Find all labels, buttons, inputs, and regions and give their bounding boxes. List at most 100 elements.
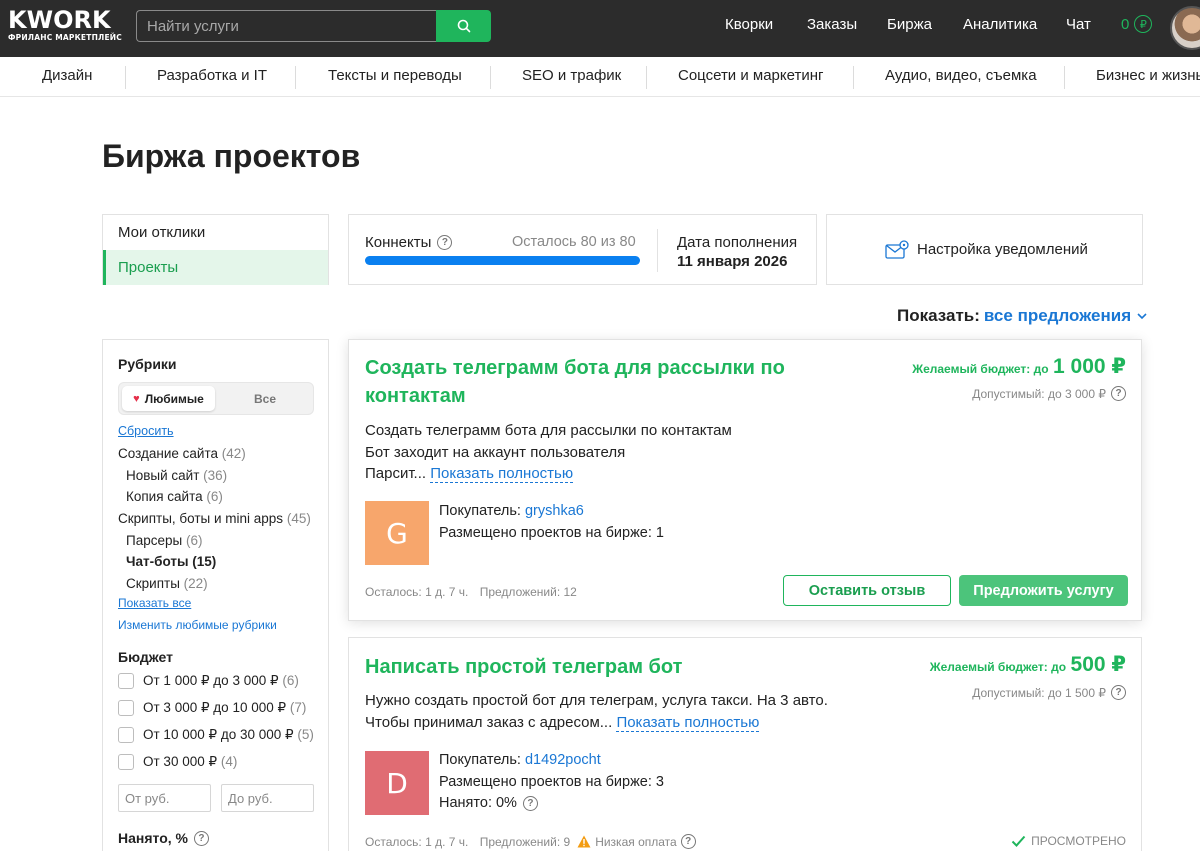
nav-orders[interactable]: Заказы (807, 16, 857, 33)
rubric-item[interactable]: Новый сайт (36) (126, 468, 227, 483)
heart-icon: ♥ (133, 392, 140, 405)
project-title[interactable]: Написать простой телеграм бот (365, 653, 682, 681)
help-icon[interactable]: ? (193, 830, 209, 846)
search-bar (136, 10, 491, 42)
project-description: Создать телеграмм бота для рассылки по к… (365, 422, 732, 483)
category-texts[interactable]: Тексты и переводы (328, 67, 462, 84)
help-icon[interactable]: ? (680, 834, 696, 849)
help-icon[interactable]: ? (1111, 386, 1126, 401)
projects-posted: Размещено проектов на бирже: 1 (439, 524, 664, 541)
rubric-item-active[interactable]: Чат-боты (15) (126, 554, 216, 569)
buyer-link[interactable]: d1492pocht (525, 752, 601, 768)
rubric-item[interactable]: Парсеры (6) (126, 533, 202, 548)
category-business[interactable]: Бизнес и жизнь (1096, 67, 1200, 84)
budget-option[interactable]: От 3 000 ₽ до 10 000 ₽ (7) (143, 700, 306, 716)
budget-checkbox[interactable] (118, 700, 134, 716)
divider (1064, 66, 1065, 89)
budget-from-input[interactable] (118, 784, 211, 812)
nav-kworks[interactable]: Кворки (725, 16, 773, 33)
project-card: Создать телеграмм бота для рассылки по к… (348, 339, 1142, 621)
budget-option[interactable]: От 30 000 ₽ (4) (143, 754, 237, 770)
search-input[interactable] (136, 10, 438, 42)
connects-progress-bar (365, 256, 640, 265)
budget-checkbox[interactable] (118, 727, 134, 743)
rubric-item[interactable]: Скрипты, боты и mini apps (45) (118, 511, 311, 526)
menu-my-responses[interactable]: Мои отклики (103, 215, 328, 250)
notification-settings-label: Настройка уведомлений (917, 241, 1088, 258)
help-icon[interactable]: ? (522, 796, 538, 812)
project-card: Написать простой телеграм бот Желаемый б… (348, 637, 1142, 851)
search-icon (457, 19, 470, 33)
rubric-item[interactable]: Создание сайта (42) (118, 446, 246, 461)
left-menu: Мои отклики Проекты (102, 214, 329, 285)
divider (125, 66, 126, 89)
filters-sidebar: Рубрики ♥ Любимые Все Сбросить Создание … (102, 339, 329, 851)
project-meta: Осталось: 1 д. 7 ч. Предложений: 9 Низка… (365, 834, 696, 849)
show-filter[interactable]: Показать: все предложения (897, 306, 1149, 326)
rubrics-toggle: ♥ Любимые Все (118, 382, 314, 415)
buyer-avatar[interactable]: G (365, 501, 429, 565)
show-more-link[interactable]: Показать полностью (616, 713, 760, 732)
budget-option[interactable]: От 10 000 ₽ до 30 000 ₽ (5) (143, 727, 314, 743)
check-icon (1011, 835, 1026, 847)
project-budget-allowed: Допустимый: до 3 000 ₽ ? (972, 386, 1126, 401)
budget-checkbox[interactable] (118, 754, 134, 770)
refill-date: 11 января 2026 (677, 253, 788, 270)
search-button[interactable] (436, 10, 491, 42)
category-dev[interactable]: Разработка и IT (157, 67, 267, 84)
reset-link[interactable]: Сбросить (118, 424, 174, 438)
buyer-info: Покупатель: gryshka6 Размещено проектов … (439, 501, 664, 544)
nav-chat[interactable]: Чат (1066, 16, 1091, 33)
refill-label: Дата пополнения (677, 234, 798, 251)
edit-favorites-link[interactable]: Изменить любимые рубрики (118, 618, 277, 632)
kwork-logo[interactable]: KWORK ФРИЛАНС МАРКЕТПЛЕЙС (8, 8, 122, 42)
ruble-icon: ₽ (1134, 15, 1153, 33)
budget-to-input[interactable] (221, 784, 314, 812)
hired-title: Нанято, % (118, 830, 188, 846)
divider (646, 66, 647, 89)
buyer-info: Покупатель: d1492pocht Размещено проекто… (439, 750, 664, 815)
warning-icon (577, 835, 591, 848)
nav-analytics[interactable]: Аналитика (963, 16, 1037, 33)
nav-exchange[interactable]: Биржа (887, 16, 932, 33)
menu-projects[interactable]: Проекты (103, 250, 328, 285)
budget-option[interactable]: От 1 000 ₽ до 3 000 ₽ (6) (143, 673, 299, 689)
user-avatar[interactable] (1170, 6, 1200, 50)
category-design[interactable]: Дизайн (42, 67, 92, 84)
hired-filter-title: Нанято, % ? (118, 830, 209, 846)
project-title[interactable]: Создать телеграмм бота для рассылки по к… (365, 354, 785, 410)
balance[interactable]: 0 ₽ (1121, 15, 1153, 33)
category-bar: Дизайн Разработка и IT Тексты и переводы… (0, 57, 1200, 97)
buyer-avatar[interactable]: D (365, 751, 429, 815)
toggle-all[interactable]: Все (223, 386, 307, 411)
show-all-link[interactable]: Показать все (118, 596, 191, 610)
category-media[interactable]: Аудио, видео, съемка (885, 67, 1037, 84)
buyer-link[interactable]: gryshka6 (525, 503, 584, 519)
category-smm[interactable]: Соцсети и маркетинг (678, 67, 823, 84)
connects-remaining: Осталось 80 из 80 (512, 234, 636, 250)
budget-checkbox[interactable] (118, 673, 134, 689)
divider (657, 229, 658, 272)
leave-review-button[interactable]: Оставить отзыв (783, 575, 951, 606)
show-label: Показать: (897, 306, 980, 325)
rubrics-title: Рубрики (118, 356, 177, 372)
projects-posted: Размещено проектов на бирже: 3 (439, 773, 664, 790)
toggle-favorites[interactable]: ♥ Любимые (122, 386, 215, 411)
divider (490, 66, 491, 89)
connects-panel: Коннекты ? Осталось 80 из 80 Дата пополн… (348, 214, 817, 285)
category-seo[interactable]: SEO и трафик (522, 67, 621, 84)
offer-service-button[interactable]: Предложить услугу (959, 575, 1128, 606)
low-pay-label: Низкая оплата (595, 834, 677, 849)
chevron-down-icon (1137, 313, 1147, 320)
viewed-status: ПРОСМОТРЕНО (1011, 834, 1126, 848)
notification-settings[interactable]: Настройка уведомлений (826, 214, 1143, 285)
help-icon[interactable]: ? (1111, 685, 1126, 700)
toggle-favorites-label: Любимые (144, 391, 204, 406)
help-icon[interactable]: ? (437, 235, 453, 250)
show-more-link[interactable]: Показать полностью (430, 465, 574, 483)
rubric-item[interactable]: Скрипты (22) (126, 576, 208, 591)
show-value[interactable]: все предложения (984, 306, 1131, 326)
project-budget: Желаемый бюджет: до 1 000 ₽ (912, 355, 1126, 378)
budget-title: Бюджет (118, 649, 173, 665)
rubric-item[interactable]: Копия сайта (6) (126, 489, 223, 504)
